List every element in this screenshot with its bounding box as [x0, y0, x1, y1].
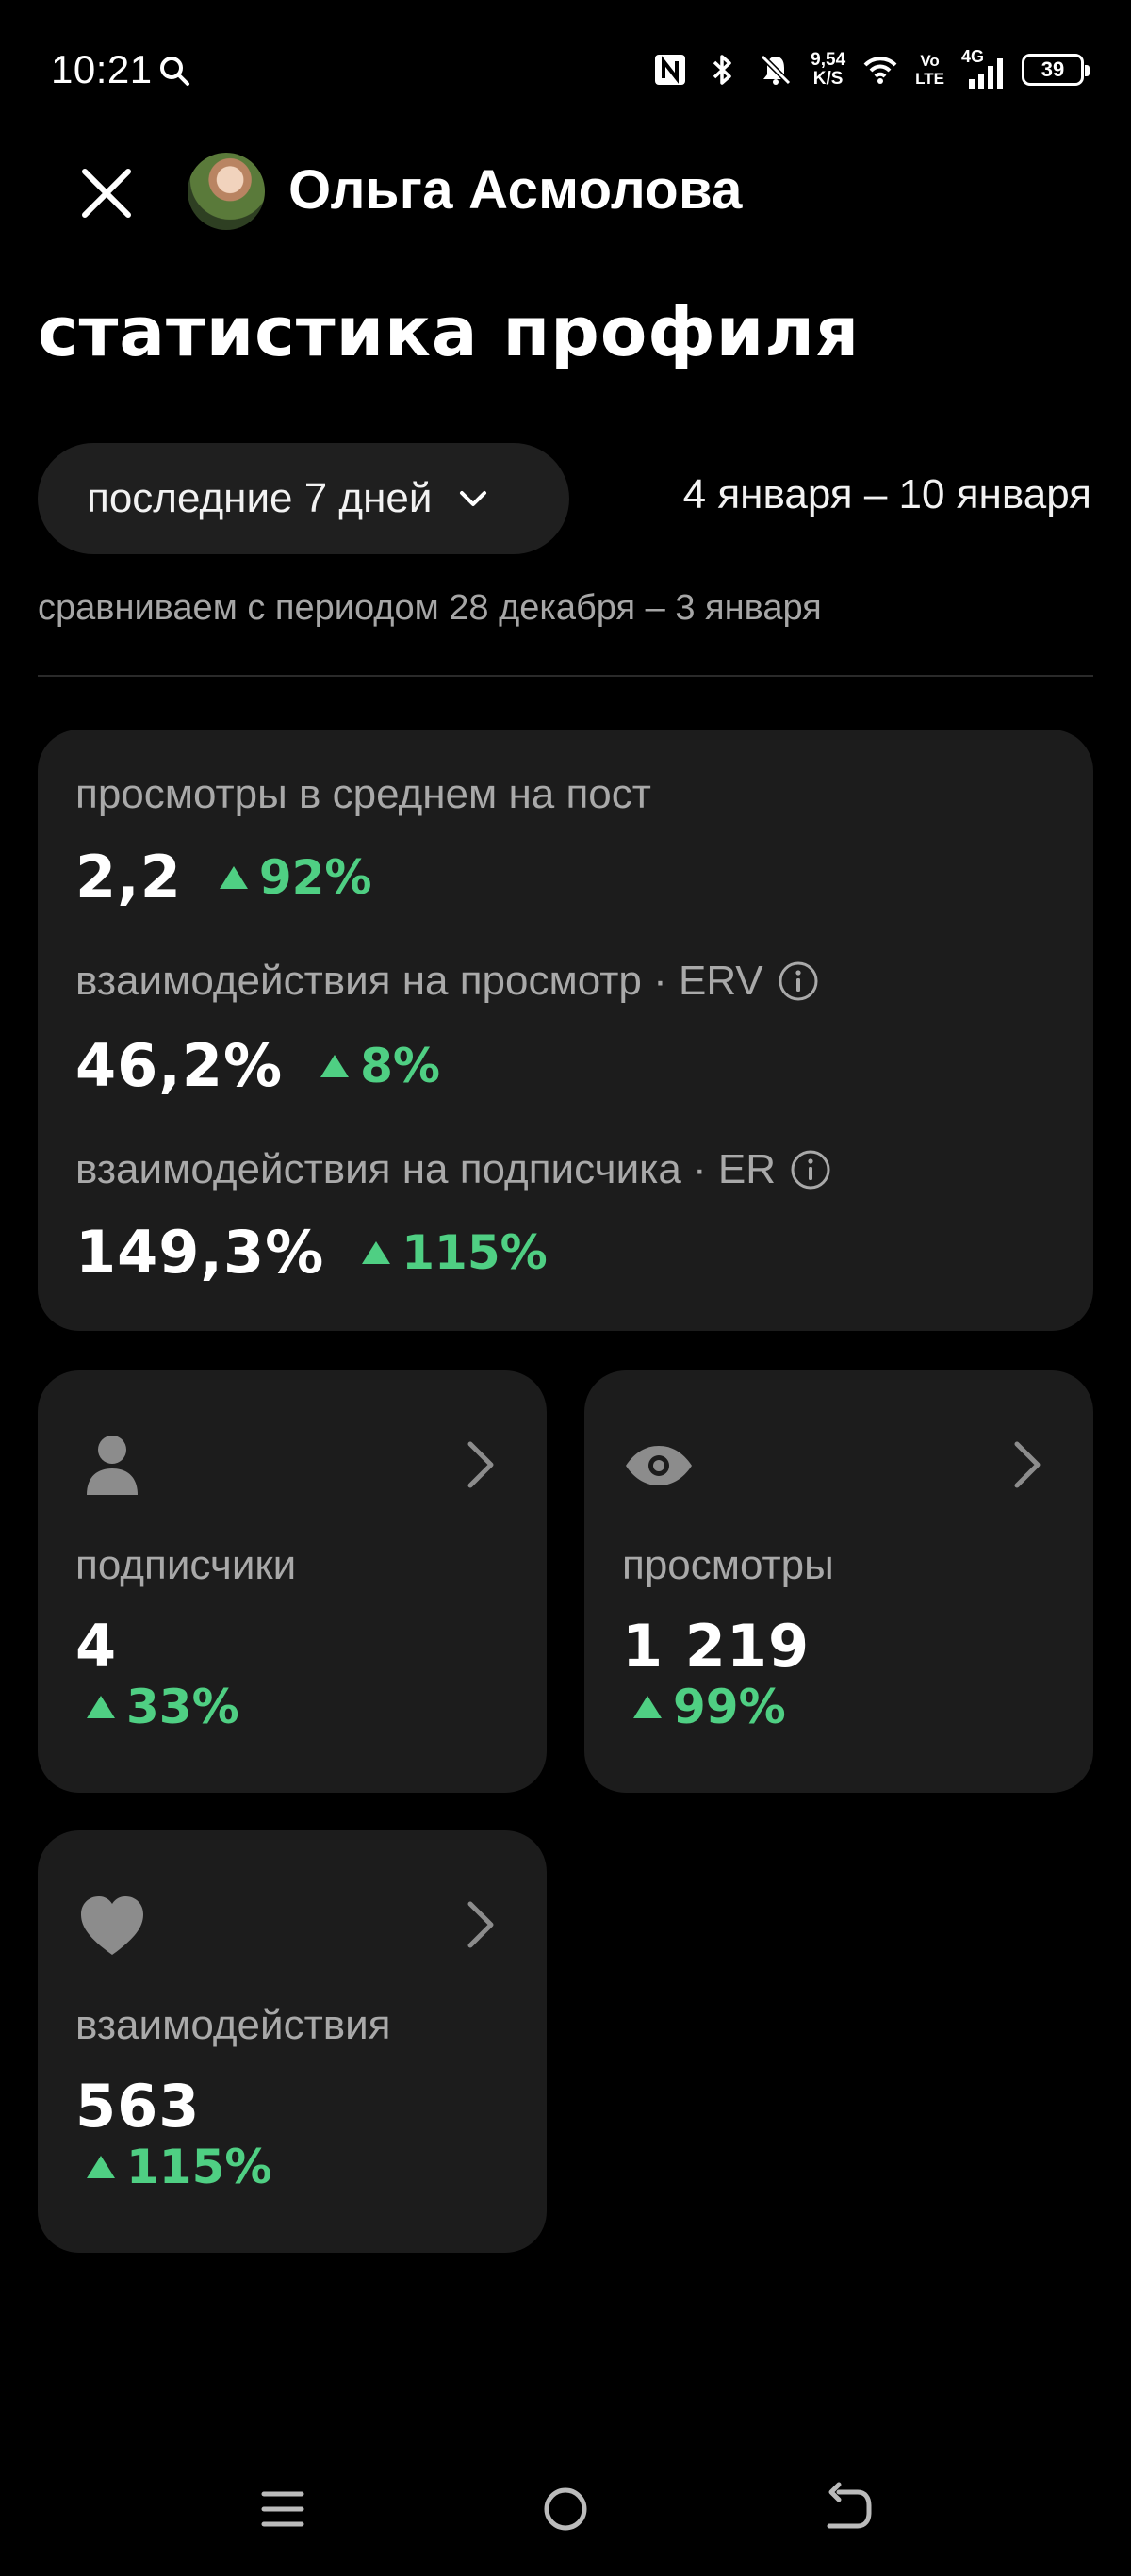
system-nav-bar — [0, 2451, 1131, 2576]
status-icons: 9,54 K/S Vo LTE 4G 39 — [652, 45, 1090, 94]
date-range: 4 января – 10 января — [682, 471, 1091, 517]
wifi-icon — [863, 57, 897, 84]
metric-value: 46,2% — [75, 1031, 284, 1100]
chevron-right-icon — [467, 1901, 494, 1948]
metric-value: 149,3% — [75, 1218, 325, 1287]
avatar[interactable] — [188, 153, 265, 230]
tile-interactions[interactable]: взаимодействия 563 115% — [38, 1830, 547, 2253]
net-speed: 9,54 K/S — [811, 50, 846, 89]
status-time: 10:21 — [51, 47, 153, 91]
delta-badge: 99% — [633, 1680, 786, 1734]
close-icon[interactable] — [75, 162, 138, 224]
metric-er: 149,3% 115% — [75, 1218, 548, 1287]
period-dropdown[interactable]: последние 7 дней — [38, 443, 569, 554]
info-icon[interactable] — [789, 1148, 832, 1191]
metric-avg-views: 2,2 92% — [75, 843, 372, 911]
nfc-icon — [655, 55, 686, 85]
metric-label-avg-views: просмотры в среднем на пост — [75, 771, 651, 817]
delta-badge: 33% — [87, 1680, 239, 1734]
tile-value: 1 219 — [622, 1612, 811, 1681]
bell-muted-icon — [761, 54, 792, 86]
person-icon — [87, 1436, 138, 1495]
chevron-right-icon — [467, 1441, 494, 1488]
page-title: статистика профиля — [38, 292, 861, 371]
metric-label-erv: взаимодействия на просмотр · ERV — [75, 958, 820, 1005]
trend-up-icon — [362, 1240, 391, 1264]
delta-badge: 115% — [87, 2140, 271, 2194]
delta-badge: 8% — [320, 1039, 440, 1093]
trend-up-icon — [87, 2156, 115, 2178]
chevron-down-icon — [460, 491, 487, 506]
tile-value: 4 — [75, 1612, 118, 1681]
signal-icon: 4G — [961, 47, 1005, 89]
menu-icon[interactable] — [253, 2479, 313, 2539]
back-icon[interactable] — [818, 2479, 878, 2539]
delta-badge: 92% — [219, 850, 372, 905]
tile-subscribers[interactable]: подписчики 4 33% — [38, 1370, 547, 1793]
divider — [38, 675, 1093, 677]
metric-value: 2,2 — [75, 843, 182, 911]
eye-icon — [626, 1446, 692, 1485]
tile-value: 563 — [75, 2072, 201, 2141]
bluetooth-icon — [713, 55, 731, 85]
trend-up-icon — [320, 1054, 350, 1077]
metric-label-er: взаимодействия на подписчика · ER — [75, 1146, 832, 1193]
period-label: последние 7 дней — [87, 475, 433, 521]
tile-label: подписчики — [75, 1542, 297, 1588]
volte-indicator: Vo LTE — [915, 52, 944, 88]
user-name[interactable]: Ольга Асмолова — [288, 158, 743, 222]
tile-views[interactable]: просмотры 1 219 99% — [584, 1370, 1093, 1793]
trend-up-icon — [87, 1696, 115, 1718]
metric-erv: 46,2% 8% — [75, 1031, 440, 1100]
battery-level: 39 — [1041, 57, 1065, 81]
heart-icon — [81, 1896, 143, 1955]
search-icon — [160, 57, 189, 86]
comparison-text: сравниваем с периодом 28 декабря – 3 янв… — [38, 588, 822, 628]
home-icon[interactable] — [535, 2479, 596, 2539]
delta-badge: 115% — [362, 1225, 548, 1280]
summary-card: просмотры в среднем на пост 2,2 92% взаи… — [38, 730, 1093, 1331]
info-icon[interactable] — [777, 960, 820, 1003]
status-bar: 10:21 9,54 K/S Vo LTE 4G 39 — [0, 0, 1131, 141]
tile-label: взаимодействия — [75, 2002, 391, 2048]
chevron-right-icon — [1014, 1441, 1041, 1488]
battery-icon: 39 — [1022, 54, 1090, 86]
trend-up-icon — [219, 865, 248, 889]
trend-up-icon — [633, 1696, 662, 1718]
tile-label: просмотры — [622, 1542, 834, 1588]
